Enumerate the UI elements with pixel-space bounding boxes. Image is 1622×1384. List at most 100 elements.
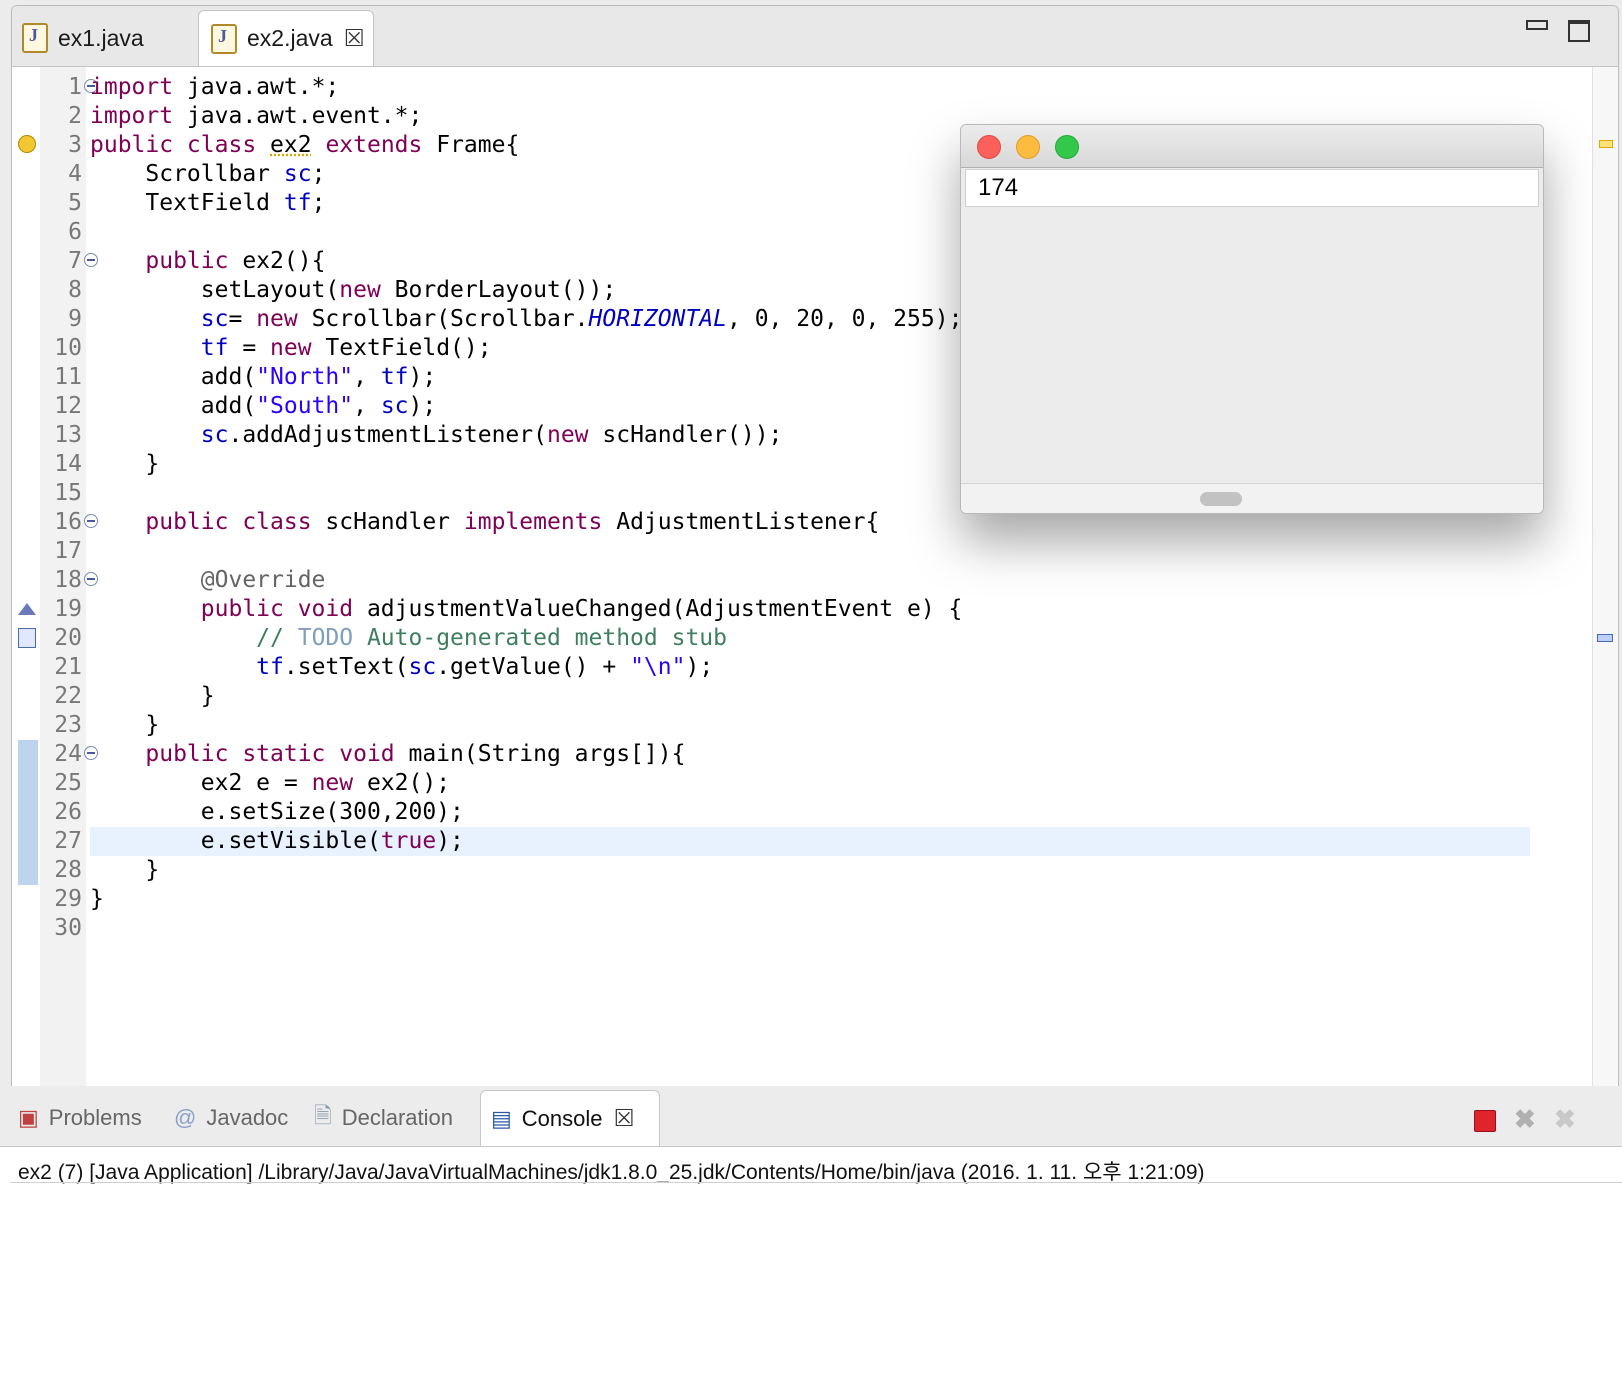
- line-number: 9: [68, 306, 82, 332]
- code-text: public void adjustmentValueChanged(Adjus…: [200, 596, 963, 622]
- code-text: public static void main(String args[]){: [145, 741, 686, 767]
- minimize-icon[interactable]: [1526, 20, 1548, 30]
- java-file-icon: [211, 23, 237, 54]
- code-text: import java.awt.*;: [90, 74, 340, 100]
- quick-diff-marker: [18, 740, 38, 769]
- minimize-window-button[interactable]: [1016, 135, 1040, 159]
- line-number: 10: [54, 335, 82, 361]
- code-line[interactable]: 26 e.setSize(300,200);: [12, 798, 1592, 827]
- warning-ruler-mark[interactable]: [1599, 140, 1613, 148]
- remove-all-icon[interactable]: ✖: [1554, 1104, 1576, 1135]
- maximize-icon[interactable]: [1568, 20, 1590, 42]
- code-text: // TODO Auto-generated method stub: [256, 625, 727, 651]
- code-line[interactable]: 30: [12, 914, 1592, 943]
- line-number: 11: [54, 364, 82, 390]
- horizontal-scrollbar[interactable]: [961, 483, 1543, 513]
- views-tab-bar: ▣ Problems @ Javadoc 🗎 Declaration ▤ Con…: [0, 1086, 1622, 1147]
- tab-label: ex1.java: [58, 24, 144, 51]
- zoom-window-button[interactable]: [1055, 135, 1079, 159]
- tab-ex2-java[interactable]: ex2.java ⮽: [198, 10, 374, 66]
- task-ruler-mark[interactable]: [1597, 634, 1613, 642]
- code-line[interactable]: 23 }: [12, 711, 1592, 740]
- line-number: 25: [54, 770, 82, 796]
- line-number: 5: [68, 190, 82, 216]
- code-line[interactable]: 17: [12, 537, 1592, 566]
- tab-label: Problems: [48, 1105, 142, 1130]
- problems-icon: ▣: [18, 1105, 39, 1130]
- code-text: import java.awt.event.*;: [90, 103, 423, 129]
- code-line[interactable]: 19 public void adjustmentValueChanged(Ad…: [12, 595, 1592, 624]
- override-icon[interactable]: [18, 603, 36, 615]
- code-text: tf = new TextField();: [200, 335, 492, 361]
- line-number: 8: [68, 277, 82, 303]
- code-text: add("South", sc);: [90, 393, 437, 419]
- line-number: 19: [54, 596, 82, 622]
- line-number: 6: [68, 219, 82, 245]
- code-line[interactable]: 20 // TODO Auto-generated method stub: [12, 624, 1592, 653]
- line-number: 3: [68, 132, 82, 158]
- code-line[interactable]: 22 }: [12, 682, 1592, 711]
- code-text: @Override: [200, 567, 326, 593]
- line-number: 4: [68, 161, 82, 187]
- terminate-icon[interactable]: [1474, 1110, 1496, 1132]
- code-line[interactable]: 1 import java.awt.*;: [12, 73, 1592, 102]
- line-number: 1: [68, 74, 82, 100]
- line-number: 29: [54, 886, 82, 912]
- line-number: 24: [54, 741, 82, 767]
- line-number: 22: [54, 683, 82, 709]
- window-titlebar[interactable]: [961, 125, 1543, 168]
- close-window-button[interactable]: [977, 135, 1001, 159]
- console-icon: ▤: [491, 1105, 512, 1131]
- line-number: 16: [54, 509, 82, 535]
- quick-diff-marker: [18, 769, 38, 798]
- code-text: public class ex2 extends Frame{: [90, 132, 520, 158]
- line-number: 14: [54, 451, 82, 477]
- remove-launch-icon[interactable]: ✖: [1514, 1104, 1536, 1135]
- code-line[interactable]: 25 ex2 e = new ex2();: [12, 769, 1592, 798]
- text-field[interactable]: 174: [965, 169, 1539, 207]
- code-text: ex2 e = new ex2();: [90, 770, 451, 796]
- line-number: 23: [54, 712, 82, 738]
- warning-icon[interactable]: [18, 135, 36, 153]
- tab-label: Declaration: [341, 1105, 453, 1130]
- tab-label: Javadoc: [206, 1105, 289, 1130]
- code-text: setLayout(new BorderLayout());: [90, 277, 617, 303]
- task-icon[interactable]: [18, 628, 36, 648]
- line-number: 7: [68, 248, 82, 274]
- code-text: }: [90, 683, 215, 709]
- quick-diff-marker: [18, 798, 38, 827]
- code-text: }: [90, 857, 160, 883]
- tab-label: Console: [521, 1105, 603, 1131]
- close-tab-icon[interactable]: ⮽: [615, 1105, 634, 1133]
- code-line[interactable]: 28 }: [12, 856, 1592, 885]
- overview-ruler[interactable]: [1592, 67, 1618, 1120]
- code-text: Scrollbar sc;: [90, 161, 326, 187]
- code-text: sc.addAdjustmentListener(new scHandler()…: [200, 422, 783, 448]
- code-text: }: [90, 886, 104, 912]
- code-line[interactable]: 24 public static void main(String args[]…: [12, 740, 1592, 769]
- code-text: e.setVisible(true);: [90, 828, 464, 854]
- line-number: 21: [54, 654, 82, 680]
- tab-ex1-java[interactable]: ex1.java: [22, 10, 202, 66]
- tab-javadoc[interactable]: @ Javadoc: [174, 1090, 288, 1146]
- code-text: add("North", tf);: [90, 364, 437, 390]
- tab-problems[interactable]: ▣ Problems: [18, 1090, 142, 1146]
- code-text: e.setSize(300,200);: [90, 799, 464, 825]
- declaration-icon: 🗎: [314, 1103, 332, 1128]
- line-number: 20: [54, 625, 82, 651]
- code-line[interactable]: 29}: [12, 885, 1592, 914]
- line-number: 12: [54, 393, 82, 419]
- code-line[interactable]: 27 e.setVisible(true);: [12, 827, 1592, 856]
- line-number: 27: [54, 828, 82, 854]
- close-tab-icon[interactable]: ⮽: [345, 25, 364, 53]
- line-number: 17: [54, 538, 82, 564]
- line-number: 15: [54, 480, 82, 506]
- javadoc-icon: @: [174, 1105, 197, 1130]
- scrollbar-thumb[interactable]: [1200, 492, 1242, 506]
- line-number: 2: [68, 103, 82, 129]
- code-line[interactable]: 21 tf.setText(sc.getValue() + "\n");: [12, 653, 1592, 682]
- code-line[interactable]: 18 @Override: [12, 566, 1592, 595]
- quick-diff-marker: [18, 856, 38, 885]
- tab-console[interactable]: ▤ Console ⮽: [480, 1090, 660, 1146]
- tab-declaration[interactable]: 🗎 Declaration: [314, 1090, 453, 1146]
